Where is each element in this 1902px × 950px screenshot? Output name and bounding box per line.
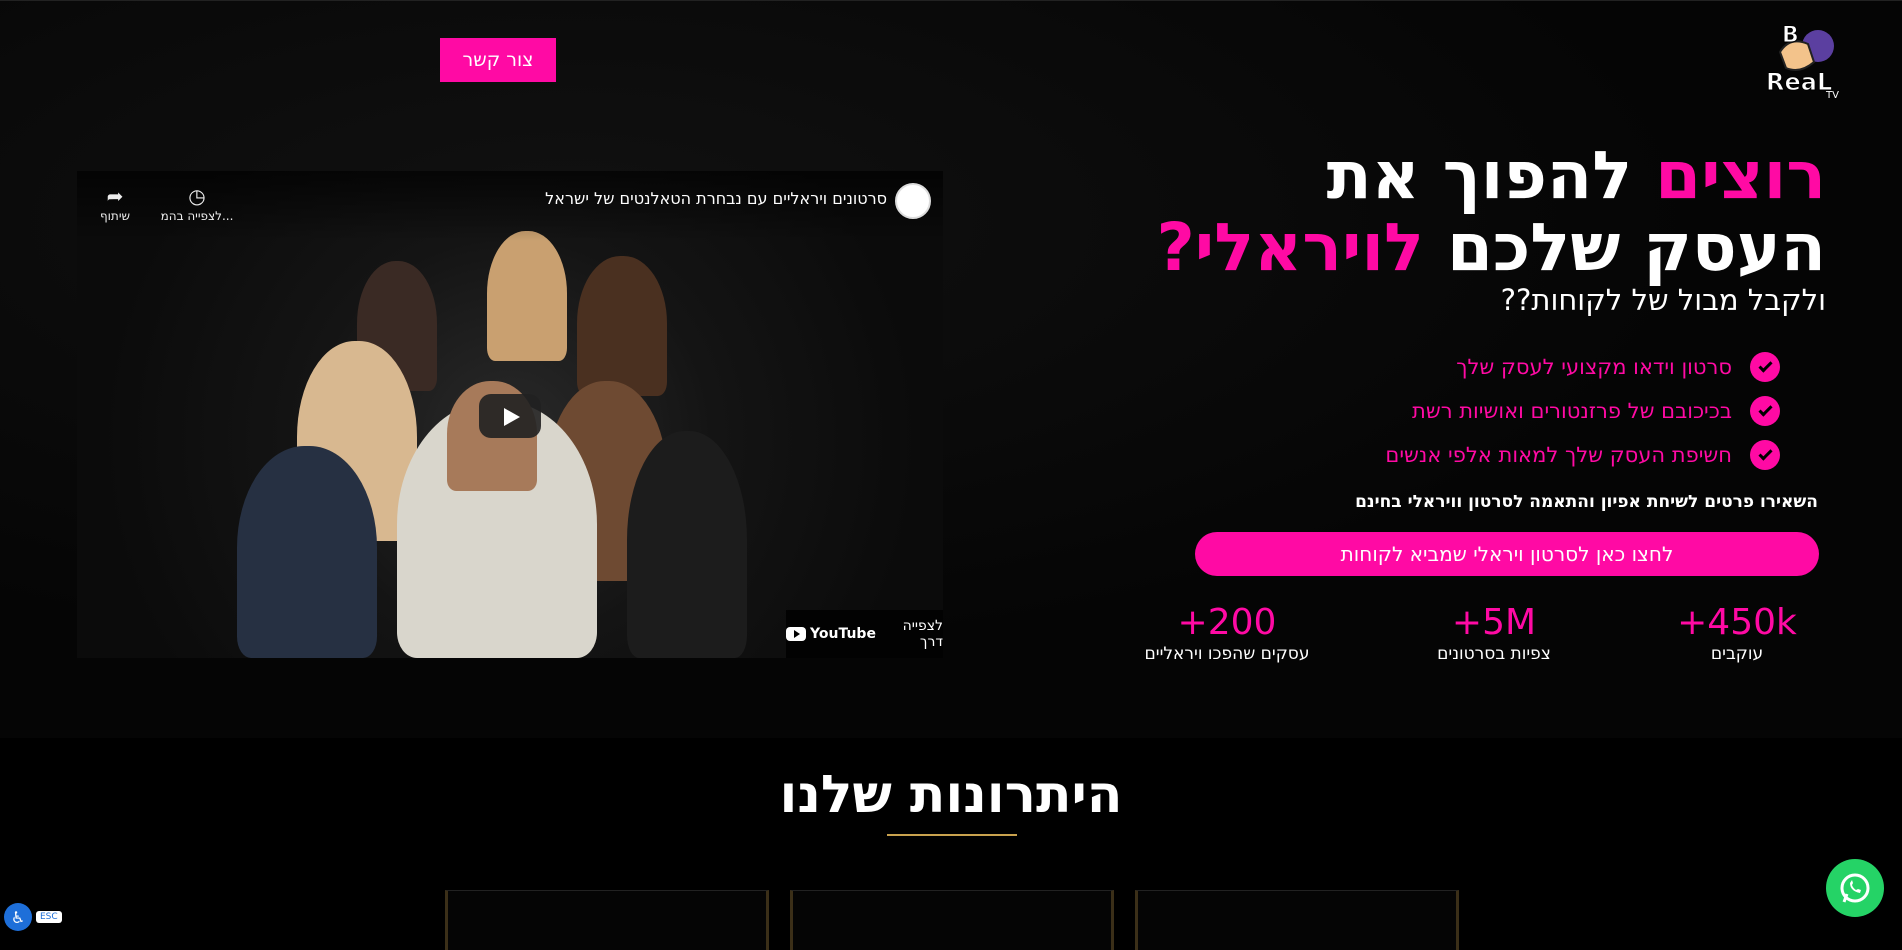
hero-headline: רוצים להפוך את העסק שלכם לויראלי?	[1156, 137, 1826, 286]
youtube-logo: YouTube	[786, 626, 876, 642]
channel-avatar[interactable]	[895, 183, 931, 219]
contact-button[interactable]: צור קשר	[440, 38, 556, 82]
check-icon	[1750, 352, 1780, 382]
accessibility-widget[interactable]: ♿ ESC	[4, 903, 62, 931]
play-button[interactable]	[479, 394, 541, 438]
share-icon: ➦	[106, 184, 124, 208]
watch-on-youtube-link[interactable]: לצפייה דרך YouTube	[786, 610, 943, 658]
video-title[interactable]: סרטונים ויראליים עם נבחרת הטאלנטים של יש…	[287, 189, 887, 208]
advantage-card	[1135, 890, 1459, 950]
brand-logo[interactable]: B ReaL TV	[1760, 22, 1842, 102]
esc-badge: ESC	[36, 911, 62, 923]
accessibility-icon[interactable]: ♿	[4, 903, 32, 931]
svg-text:ReaL: ReaL	[1766, 68, 1832, 96]
whatsapp-button[interactable]	[1826, 859, 1884, 917]
feature-list: סרטון וידאו מקצועי לעסק שלך בכיכובם של פ…	[1126, 345, 1826, 477]
whatsapp-icon	[1840, 873, 1870, 903]
clock-icon: ◷	[188, 184, 206, 208]
section-title: היתרונות שלנו	[779, 765, 1123, 825]
stat-businesses: +200 עסקים שהפכו ויראליים	[1144, 602, 1310, 664]
advantage-card	[445, 890, 769, 950]
share-button[interactable]: ➦ שיתוף	[77, 183, 153, 223]
section-divider	[887, 834, 1017, 836]
svg-text:B: B	[1782, 23, 1799, 48]
check-icon	[1750, 396, 1780, 426]
cta-button[interactable]: לחצו כאן לסרטון ויראלי שמביא לקוחות	[1195, 532, 1819, 576]
cta-note: השאירו פרטים לשיחת אפיון והתאמה לסרטון ו…	[1355, 492, 1818, 512]
advantage-card	[790, 890, 1114, 950]
feature-item: בכיכובם של פרזנטורים ואושיות רשת	[1126, 389, 1826, 433]
thumbnail-people	[237, 231, 777, 658]
hero-subheadline: ולקבל מבול של לקוחות??	[1500, 283, 1826, 317]
video-player[interactable]: סרטונים ויראליים עם נבחרת הטאלנטים של יש…	[77, 171, 943, 658]
stat-followers: +450k עוקבים	[1677, 602, 1797, 664]
svg-text:TV: TV	[1825, 90, 1839, 101]
watch-later-button[interactable]: ◷ לצפייה בהמ...	[159, 183, 235, 223]
feature-item: חשיפת העסק שלך למאות אלפי אנשים	[1126, 433, 1826, 477]
stat-views: +5M צפיות בסרטונים	[1437, 602, 1551, 664]
feature-item: סרטון וידאו מקצועי לעסק שלך	[1126, 345, 1826, 389]
check-icon	[1750, 440, 1780, 470]
